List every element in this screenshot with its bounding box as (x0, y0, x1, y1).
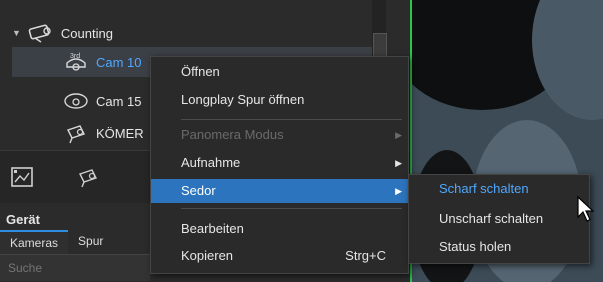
menu-separator (181, 119, 402, 120)
menu-item-label: Longplay Spur öffnen (181, 92, 305, 107)
submenu-item-scharf-schalten[interactable]: Scharf schalten (409, 177, 589, 201)
scrollbar-thumb[interactable] (373, 33, 387, 57)
dome-camera-icon (64, 93, 88, 109)
menu-item-label: Unscharf schalten (439, 211, 544, 226)
search-box (0, 254, 150, 281)
menu-item-label: Status holen (439, 239, 512, 254)
menu-item-label: Scharf schalten (439, 181, 529, 196)
tree-item-label: KÖMER (96, 125, 144, 141)
menu-item-label: Kopieren (181, 248, 234, 263)
menu-item-bearbeiten[interactable]: Bearbeiten (151, 217, 408, 241)
submenu-item-unscharf-schalten[interactable]: Unscharf schalten (409, 207, 589, 231)
panel-tabs: Kameras Spur (0, 230, 150, 254)
camera-group-icon (28, 24, 51, 43)
menu-item-oeffnen[interactable]: Öffnen (151, 60, 408, 84)
video-light-area (532, 0, 603, 120)
tree-group-counting[interactable]: ▼ Counting (12, 18, 372, 48)
submenu-item-status-holen[interactable]: Status holen (409, 235, 589, 259)
ptz-camera-icon (67, 125, 85, 144)
menu-item-panomera[interactable]: Panomera Modus ▶ (151, 123, 408, 147)
mouse-cursor-icon (577, 195, 595, 222)
menu-item-longplay[interactable]: Longplay Spur öffnen (151, 88, 408, 112)
menu-item-label: Bearbeiten (181, 221, 244, 236)
submenu-arrow-icon: ▶ (395, 186, 402, 196)
submenu-arrow-icon: ▶ (395, 130, 402, 140)
tree-item-label: Cam 10 (96, 54, 142, 70)
dome-camera-icon: 3rd (66, 53, 86, 71)
menu-item-label: Sedor (181, 183, 216, 198)
menu-separator (181, 208, 402, 209)
tree-item-label: Cam 15 (96, 93, 142, 109)
menu-item-kopieren[interactable]: Kopieren Strg+C (151, 244, 408, 268)
panel-title: Gerät (6, 212, 40, 227)
menu-item-aufnahme[interactable]: Aufnahme ▶ (151, 151, 408, 175)
tab-spur[interactable]: Spur (68, 230, 113, 252)
menu-item-label: Aufnahme (181, 155, 241, 170)
sedor-submenu: Scharf schalten Unscharf schalten Status… (408, 174, 590, 264)
tree-group-label: Counting (60, 25, 113, 41)
submenu-arrow-icon: ▶ (395, 158, 402, 168)
context-menu: Öffnen Longplay Spur öffnen Panomera Mod… (150, 56, 409, 274)
film-strip-icon[interactable] (10, 165, 34, 189)
menu-item-label: Öffnen (181, 64, 220, 79)
search-input[interactable] (0, 255, 150, 281)
menu-item-label: Panomera Modus (181, 127, 284, 142)
menu-item-shortcut: Strg+C (345, 248, 386, 263)
camera-icon[interactable] (74, 165, 102, 189)
menu-item-sedor[interactable]: Sedor ▶ (151, 179, 408, 203)
expand-chevron-icon[interactable]: ▼ (12, 28, 21, 38)
tab-kameras[interactable]: Kameras (0, 230, 69, 254)
